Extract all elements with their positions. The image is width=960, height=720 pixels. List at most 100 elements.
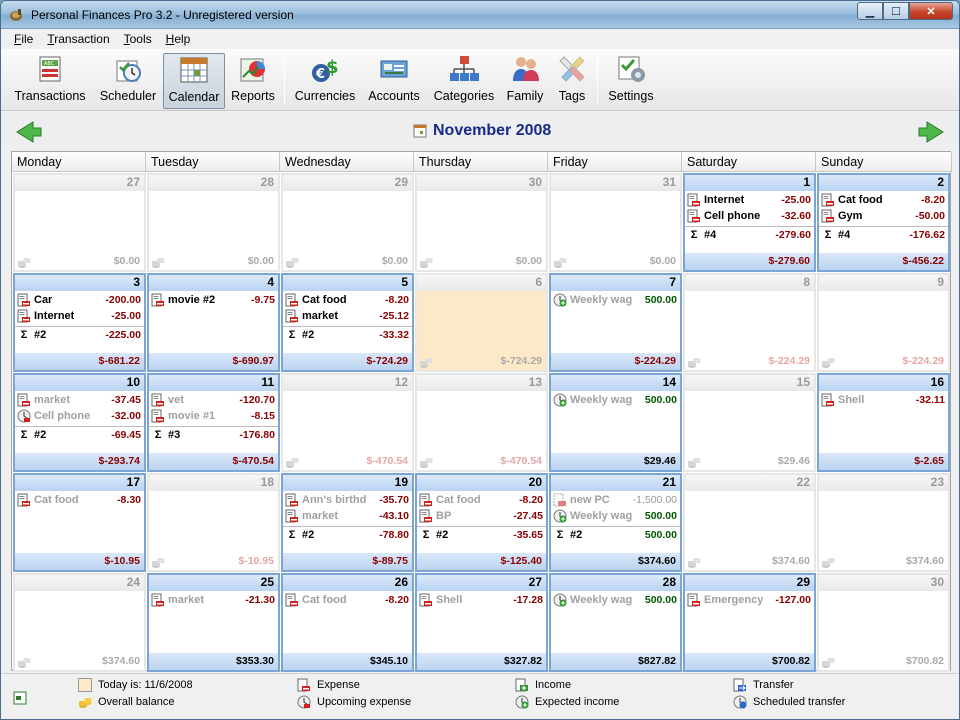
transaction-item[interactable]: Car -200.00 <box>15 292 144 308</box>
transaction-name: market <box>34 394 71 406</box>
day-cell[interactable]: 12 $-470.54 <box>281 373 414 472</box>
transaction-item[interactable]: Shell -32.11 <box>819 392 948 408</box>
day-cell[interactable]: 13 $-470.54 <box>415 373 548 472</box>
day-cell[interactable]: 29 Emergency -127.00 $700.82 <box>683 573 816 672</box>
transaction-item[interactable]: vet -120.70 <box>149 392 278 408</box>
sigma-icon: Σ <box>154 428 162 441</box>
summary-amount: 500.00 <box>644 529 677 541</box>
day-cell[interactable]: 18 $-10.95 <box>147 473 280 572</box>
transaction-item[interactable]: Cat food -8.20 <box>417 492 546 508</box>
day-number: 5 <box>283 275 412 291</box>
transaction-item[interactable]: market -25.12 <box>283 308 412 324</box>
transaction-item[interactable]: Weekly wag 500.00 <box>551 292 680 308</box>
day-cell[interactable]: 22 $374.60 <box>683 473 816 572</box>
transaction-item[interactable]: new PC -1,500.00 <box>551 492 680 508</box>
transaction-item[interactable]: market -43.10 <box>283 508 412 524</box>
categories-button[interactable]: Categories <box>429 53 499 109</box>
day-cell[interactable]: 20 Cat food -8.20 BP -27.45 Σ #2 -35.65 $-125.40 <box>415 473 548 572</box>
day-cell[interactable]: 19 Ann's birthd -35.70 market -43.10 Σ #2 -78.8… <box>281 473 414 572</box>
tags-button[interactable]: Tags <box>552 53 592 109</box>
transaction-item[interactable]: Emergency -127.00 <box>685 592 814 608</box>
expense-icon <box>151 393 164 407</box>
transaction-item[interactable]: movie #2 -9.75 <box>149 292 278 308</box>
day-cell[interactable]: 30 $700.82 <box>817 573 950 672</box>
day-cell[interactable]: 28 Weekly wag 500.00 $827.82 <box>549 573 682 672</box>
day-cell[interactable]: 7 Weekly wag 500.00 $-224.29 <box>549 273 682 372</box>
transaction-item[interactable]: Cell phone -32.00 <box>15 408 144 424</box>
sigma-icon: Σ <box>556 528 564 541</box>
day-cell[interactable]: 31 $0.00 <box>549 173 682 272</box>
summary-count: #2 <box>436 528 449 541</box>
menu-tools[interactable]: Tools <box>117 29 159 49</box>
settings-button[interactable]: Settings <box>603 53 659 109</box>
day-cell[interactable]: 23 $374.60 <box>817 473 950 572</box>
transaction-item[interactable]: BP -27.45 <box>417 508 546 524</box>
scheduler-button[interactable]: Scheduler <box>95 53 161 109</box>
next-month-button[interactable] <box>917 120 945 144</box>
accounts-button[interactable]: Accounts <box>363 53 425 109</box>
day-cell[interactable]: 2 Cat food -8.20 Gym -50.00 Σ #4 -176.62 $-456.2… <box>817 173 950 272</box>
summary-amount: -225.00 <box>105 329 141 341</box>
day-cell[interactable]: 14 Weekly wag 500.00 $29.46 <box>549 373 682 472</box>
day-cell[interactable]: 24 $374.60 <box>13 573 146 672</box>
transaction-item[interactable]: Cell phone -32.60 <box>685 208 814 224</box>
transaction-item[interactable]: Shell -17.28 <box>417 592 546 608</box>
transaction-item[interactable]: Weekly wag 500.00 <box>551 592 680 608</box>
transaction-amount: -25.00 <box>111 310 141 322</box>
minimize-button[interactable]: ▁ <box>857 2 883 20</box>
expense-icon <box>285 293 298 307</box>
day-cell[interactable]: 28 $0.00 <box>147 173 280 272</box>
transaction-item[interactable]: Weekly wag 500.00 <box>551 508 680 524</box>
calendar-button[interactable]: Calendar <box>163 53 225 109</box>
transaction-item[interactable]: Cat food -8.30 <box>15 492 144 508</box>
day-cell[interactable]: 17 Cat food -8.30 $-10.95 <box>13 473 146 572</box>
transaction-item[interactable]: Internet -25.00 <box>15 308 144 324</box>
transactions-button[interactable]: ABC Transactions <box>9 53 91 109</box>
day-cell[interactable]: 4 movie #2 -9.75 $-690.97 <box>147 273 280 372</box>
transaction-item[interactable]: Cat food -8.20 <box>283 292 412 308</box>
transaction-item[interactable]: Internet -25.00 <box>685 192 814 208</box>
expense-icon <box>419 493 432 507</box>
transaction-item[interactable]: market -37.45 <box>15 392 144 408</box>
day-number: 20 <box>417 475 546 491</box>
day-cell[interactable]: 30 $0.00 <box>415 173 548 272</box>
title-bar[interactable]: Personal Finances Pro 3.2 - Unregistered… <box>1 1 959 29</box>
day-cell[interactable]: 27 Shell -17.28 $327.82 <box>415 573 548 672</box>
close-button[interactable]: ✕ <box>909 2 953 20</box>
transaction-item[interactable]: Cat food -8.20 <box>819 192 948 208</box>
transaction-item[interactable]: Ann's birthd -35.70 <box>283 492 412 508</box>
maximize-button[interactable]: ☐ <box>883 2 909 20</box>
day-cell[interactable]: 27 $0.00 <box>13 173 146 272</box>
day-cell[interactable]: 9 $-224.29 <box>817 273 950 372</box>
day-cell[interactable]: 26 Cat food -8.20 $345.10 <box>281 573 414 672</box>
menu-help[interactable]: Help <box>159 29 198 49</box>
day-cell[interactable]: 11 vet -120.70 movie #1 -8.15 Σ #3 -176.80 $-470… <box>147 373 280 472</box>
transaction-item[interactable]: movie #1 -8.15 <box>149 408 278 424</box>
family-button[interactable]: Family <box>502 53 548 109</box>
day-cell[interactable]: 25 market -21.30 $353.30 <box>147 573 280 672</box>
day-cell[interactable]: 16 Shell -32.11 $-2.65 <box>817 373 950 472</box>
day-cell[interactable]: 21 new PC -1,500.00 Weekly wag 500.00 Σ #2 500.… <box>549 473 682 572</box>
summary-count: #4 <box>704 228 717 241</box>
currencies-button[interactable]: € $ Currencies <box>290 53 360 109</box>
transaction-item[interactable]: Gym -50.00 <box>819 208 948 224</box>
day-balance: $-10.95 <box>15 553 144 570</box>
transaction-item[interactable]: Weekly wag 500.00 <box>551 392 680 408</box>
day-cell[interactable]: 10 market -37.45 Cell phone -32.00 Σ #2 -69.45 $… <box>13 373 146 472</box>
transaction-item[interactable]: Cat food -8.20 <box>283 592 412 608</box>
expense-icon <box>821 209 834 223</box>
day-cell[interactable]: 1 Internet -25.00 Cell phone -32.60 Σ #4 -279.6… <box>683 173 816 272</box>
menu-transaction[interactable]: Transaction <box>40 29 116 49</box>
scheduler-label: Scheduler <box>99 89 157 103</box>
day-cell[interactable]: 6 $-724.29 <box>415 273 548 372</box>
day-cell[interactable]: 29 $0.00 <box>281 173 414 272</box>
day-cell[interactable]: 8 $-224.29 <box>683 273 816 372</box>
reports-button[interactable]: Reports <box>227 53 279 109</box>
menu-file[interactable]: File <box>7 29 40 49</box>
collapse-legend-button[interactable] <box>13 691 33 705</box>
day-cell[interactable]: 15 $29.46 <box>683 373 816 472</box>
day-cell[interactable]: 3 Car -200.00 Internet -25.00 Σ #2 -225.00 $-681… <box>13 273 146 372</box>
transaction-item[interactable]: market -21.30 <box>149 592 278 608</box>
previous-month-button[interactable] <box>15 120 43 144</box>
day-cell[interactable]: 5 Cat food -8.20 market -25.12 Σ #2 -33.32 $-724… <box>281 273 414 372</box>
